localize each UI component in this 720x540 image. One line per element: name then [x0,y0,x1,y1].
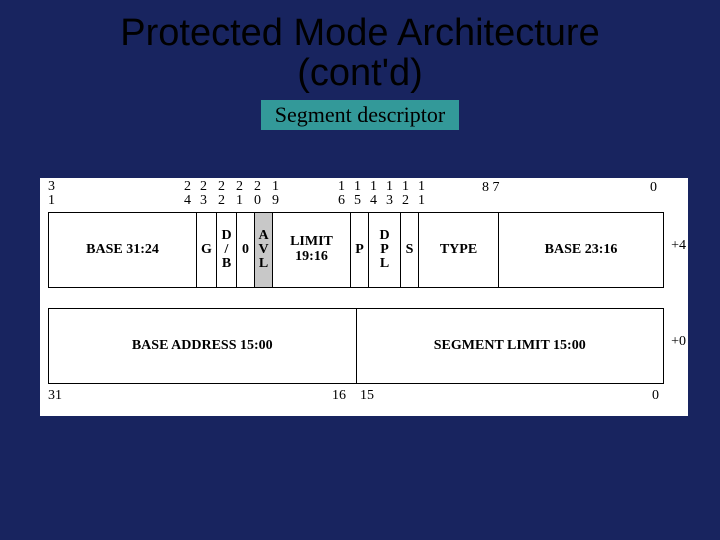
field-avl: AVL [255,213,273,288]
bit-label: 24 [184,180,191,208]
bit-label: 8 7 [482,180,500,196]
bit-label: 14 [370,180,377,208]
field-type: TYPE [419,213,499,288]
field-db: D/B [217,213,237,288]
offset-plus4: +4 [671,238,686,254]
row0-table: BASE ADDRESS 15:00 SEGMENT LIMIT 15:00 [48,308,664,384]
bit-label: 19 [272,180,279,208]
bit-label: 16 [338,180,345,208]
field-g: G [197,213,217,288]
bit-label: 13 [386,180,393,208]
slide: Protected Mode Architecture (cont'd) Seg… [0,0,720,540]
bit-label: 16 [332,388,346,404]
field-dpl: DPL [369,213,401,288]
field-base-lo: BASE ADDRESS 15:00 [49,309,357,384]
field-base-mid: BASE 23:16 [499,213,664,288]
row4-table: BASE 31:24 G D/B 0 AVL LIMIT19:16 P DPL … [48,212,664,288]
title-line2: (cont'd) [297,52,423,94]
bit-label: 0 [652,388,659,404]
offset-plus0: +0 [671,334,686,350]
bit-label: 0 [650,180,657,196]
field-limit-hi: LIMIT19:16 [273,213,351,288]
field-limit-lo: SEGMENT LIMIT 15:00 [356,309,664,384]
bit-label: 20 [254,180,261,208]
subtitle-text: Segment descriptor [275,102,445,127]
bit-label: 12 [402,180,409,208]
subtitle-wrap: Segment descriptor [0,94,720,130]
field-p: P [351,213,369,288]
bit-label: 23 [200,180,207,208]
bit-label: 15 [360,388,374,404]
segment-descriptor-diagram: 31 24 23 22 21 20 19 16 15 14 13 12 11 8… [40,178,688,416]
bit-label: 31 [48,180,55,208]
descriptor-row-plus4: BASE 31:24 G D/B 0 AVL LIMIT19:16 P DPL … [48,212,664,288]
slide-title: Protected Mode Architecture (cont'd) [0,0,720,94]
title-line1: Protected Mode Architecture [120,12,599,54]
bit-label: 22 [218,180,225,208]
bit-label: 15 [354,180,361,208]
field-s: S [401,213,419,288]
field-base-hi: BASE 31:24 [49,213,197,288]
descriptor-row-plus0: BASE ADDRESS 15:00 SEGMENT LIMIT 15:00 [48,308,664,384]
bit-label: 21 [236,180,243,208]
subtitle-box: Segment descriptor [261,100,459,130]
field-zero: 0 [237,213,255,288]
bit-label: 11 [418,180,425,208]
bit-label: 31 [48,388,62,404]
bit-numbers-top: 31 24 23 22 21 20 19 16 15 14 13 12 11 8… [48,180,664,210]
